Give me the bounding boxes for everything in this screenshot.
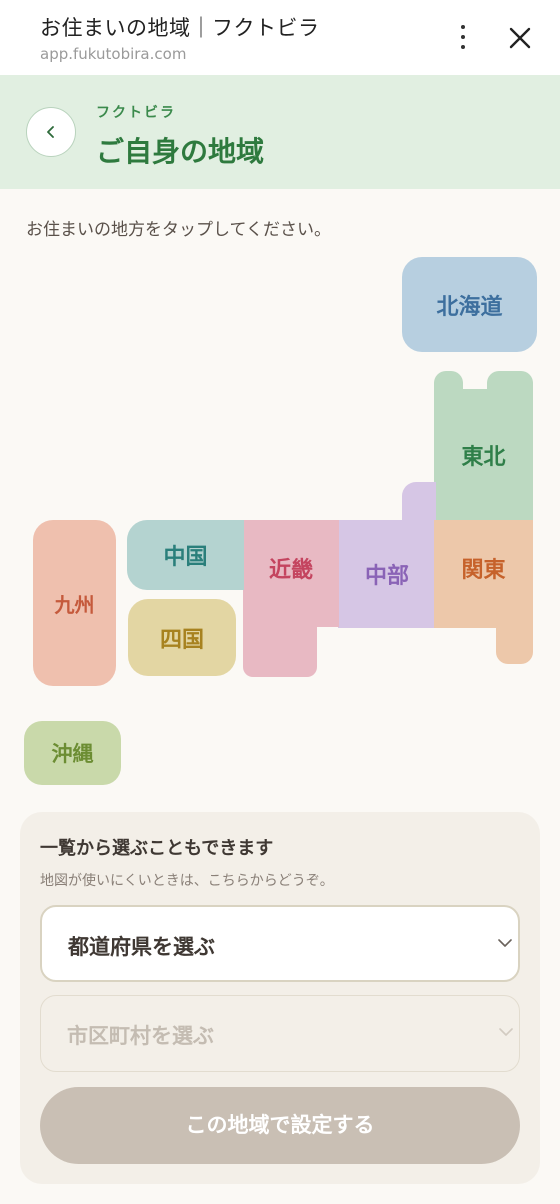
region-okinawa[interactable]: 沖縄 — [24, 721, 121, 785]
panel-subtitle: 地図が使いにくいときは、こちらからどうぞ。 — [40, 873, 334, 889]
header-subtitle: フクトビラ — [96, 105, 176, 121]
list-select-panel: 一覧から選ぶこともできます 地図が使いにくいときは、こちらからどうぞ。 都道府県… — [20, 812, 540, 1184]
region-chubu-label: 中部 — [364, 564, 409, 589]
page-header: フクトビラ ご自身の地域 — [0, 75, 560, 189]
page-title: ご自身の地域 — [96, 135, 265, 168]
region-shikoku[interactable]: 四国 — [128, 599, 236, 676]
browser-url: app.fukutobira.com — [40, 45, 187, 63]
chevron-down-icon — [498, 939, 512, 947]
back-button[interactable] — [26, 107, 76, 157]
panel-title: 一覧から選ぶこともできます — [40, 838, 274, 859]
prefecture-select-label: 都道府県を選ぶ — [68, 935, 215, 959]
region-tohoku[interactable]: 東北 — [434, 371, 533, 521]
region-tohoku-label: 東北 — [461, 445, 506, 470]
city-select-label: 市区町村を選ぶ — [67, 1024, 214, 1048]
more-options-icon[interactable] — [448, 22, 478, 52]
city-select[interactable]: 市区町村を選ぶ — [40, 995, 520, 1072]
region-chugoku-label: 中国 — [163, 545, 208, 570]
region-shikoku-label: 四国 — [159, 627, 204, 653]
region-chugoku[interactable]: 中国 — [127, 520, 244, 590]
region-kanto[interactable]: 関東 — [434, 520, 533, 664]
region-kanto-label: 関東 — [461, 558, 506, 583]
prefecture-select[interactable]: 都道府県を選ぶ — [40, 905, 520, 982]
map-instruction: お住まいの地方をタップしてください。 — [26, 220, 331, 240]
region-hokkaido-label: 北海道 — [436, 294, 503, 320]
close-icon[interactable] — [502, 20, 538, 56]
chevron-down-icon — [499, 1028, 513, 1036]
set-region-button[interactable]: この地域で設定する — [40, 1087, 520, 1164]
chevron-left-icon — [47, 126, 54, 138]
region-chubu[interactable]: 中部 — [338, 482, 436, 628]
region-hokkaido[interactable]: 北海道 — [402, 257, 537, 352]
region-kyushu-label: 九州 — [54, 592, 95, 617]
browser-bar: お住まいの地域｜フクトビラ app.fukutobira.com — [0, 0, 560, 75]
region-kinki[interactable]: 近畿 — [243, 520, 339, 677]
region-kinki-label: 近畿 — [268, 558, 313, 583]
browser-title: お住まいの地域｜フクトビラ — [40, 16, 320, 40]
region-kyushu[interactable]: 九州 — [33, 520, 116, 686]
region-okinawa-label: 沖縄 — [51, 742, 94, 766]
